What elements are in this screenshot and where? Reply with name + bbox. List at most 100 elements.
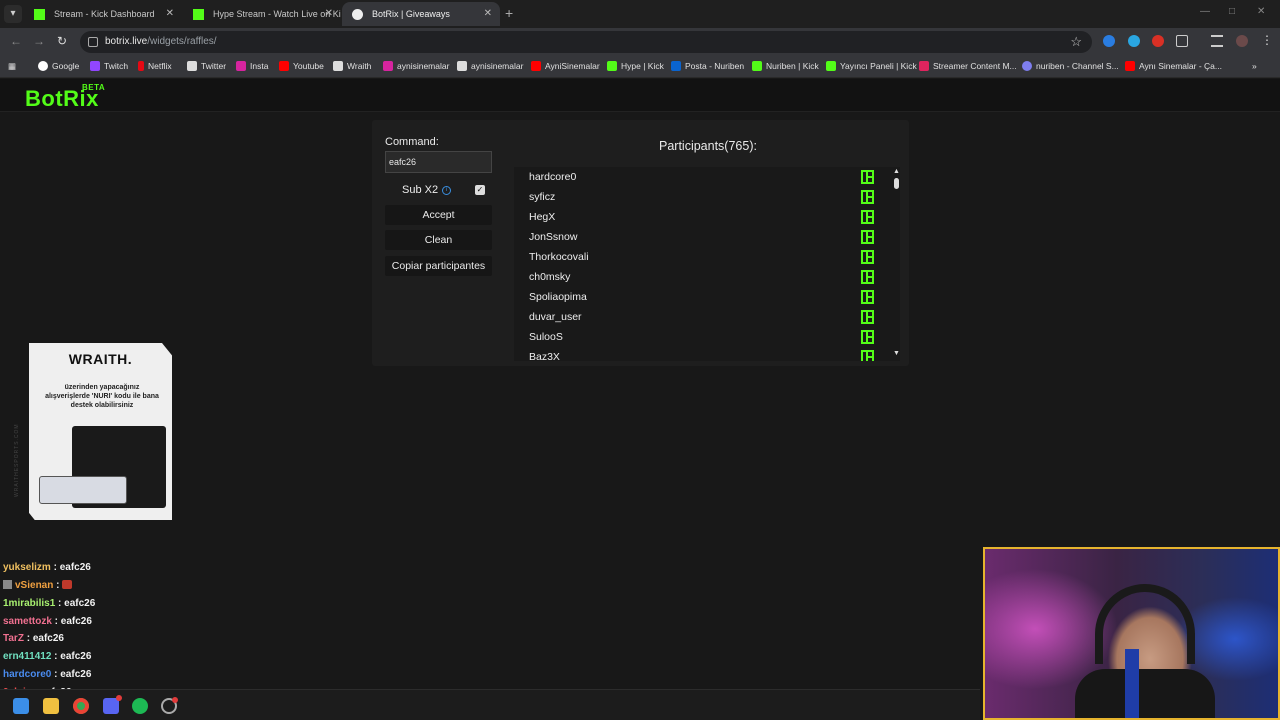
discord-icon[interactable] — [103, 695, 122, 714]
bookmark-aynisinemalar-insta[interactable]: aynisinemalar — [383, 61, 449, 71]
bookmark-label: Twitch — [104, 61, 129, 71]
chat-text: eafc26 — [32, 633, 64, 644]
bookmark-wraith[interactable]: Wraith — [333, 61, 371, 71]
url-path: /widgets/raffles/ — [147, 36, 217, 47]
tab-hype-stream[interactable]: Hype Stream - Watch Live on Ki ✕ — [183, 2, 341, 26]
emote-icon — [62, 580, 73, 589]
participant-row: duvar_user — [514, 307, 884, 327]
google-icon — [38, 61, 48, 71]
minimize-icon[interactable]: — — [1200, 6, 1210, 17]
close-icon[interactable]: ✕ — [166, 2, 174, 26]
bookmark-insta[interactable]: Insta — [236, 61, 268, 71]
botrix-logo[interactable]: BotRix BETA — [25, 83, 105, 112]
back-icon[interactable]: ← — [10, 34, 22, 48]
chat-message: ern411412 : eafc26 — [3, 651, 92, 662]
participants-list[interactable]: hardcore0 syficz HegX JonSsnow Thorkocov… — [514, 167, 900, 361]
bookmark-twitter[interactable]: Twitter — [187, 61, 226, 71]
taskbar — [0, 689, 980, 720]
bookmark-label: Wraith — [347, 61, 372, 71]
reload-icon[interactable]: ↻ — [57, 34, 67, 48]
chat-message: yukselizm : eafc26 — [3, 562, 91, 573]
bookmark-ayni-sinemalar[interactable]: Aynı Sinemalar - Ça... — [1125, 61, 1222, 71]
forward-icon[interactable]: → — [33, 34, 45, 48]
channel-icon — [1022, 61, 1032, 71]
close-icon[interactable]: ✕ — [325, 2, 333, 26]
url-text: botrix.live/widgets/raffles/ — [105, 36, 217, 47]
webcam-feed — [983, 547, 1280, 720]
bookmark-yayinci-paneli[interactable]: Yayıncı Paneli | Kick — [826, 61, 917, 71]
participant-name: ch0msky — [529, 271, 571, 283]
chat-username: 1mirabilis1 — [3, 598, 56, 609]
bookmark-label: AyniSinemalar — [545, 61, 600, 71]
chat-message: hardcore0 : eafc26 — [3, 669, 92, 680]
raffle-panel: Command: Sub X2 i ✓ Accept Clean Copiar … — [372, 120, 909, 366]
browser-toolbar: ← → ↻ botrix.live/widgets/raffles/ ☆ ⋮ — [0, 28, 1280, 56]
close-icon[interactable]: ✕ — [484, 2, 492, 26]
chat-message: vSienan : — [3, 580, 73, 591]
bookmark-posta[interactable]: Posta - Nuriben — [671, 61, 744, 71]
bookmark-streamer-content[interactable]: Streamer Content M... — [919, 61, 1017, 71]
maximize-icon[interactable]: □ — [1229, 6, 1235, 17]
media-control-icon[interactable] — [1211, 35, 1223, 47]
extensions-puzzle-icon[interactable] — [1176, 35, 1188, 47]
apps-grid-icon[interactable]: ▦ — [8, 61, 16, 72]
obs-icon[interactable] — [161, 697, 178, 714]
profile-avatar[interactable] — [1236, 35, 1248, 47]
extension-icon[interactable] — [1128, 35, 1140, 47]
chat-text: eafc26 — [59, 562, 91, 573]
address-bar[interactable]: botrix.live/widgets/raffles/ ☆ — [80, 31, 1092, 53]
promo-text: üzerinden yapacağınız alışverişlerde 'NU… — [45, 384, 159, 409]
file-explorer-icon[interactable] — [43, 698, 59, 714]
tab-kick-dashboard[interactable]: Stream - Kick Dashboard ✕ — [24, 2, 182, 26]
extension-icon[interactable] — [1103, 35, 1115, 47]
bookmark-hype-kick[interactable]: Hype | Kick — [607, 61, 664, 71]
kick-icon — [193, 9, 204, 20]
bookmark-google[interactable]: Google — [38, 61, 79, 71]
promo-title: WRAITH. — [68, 351, 133, 367]
bookmark-aynisinemalar-x[interactable]: aynisinemalar — [457, 61, 523, 71]
x-icon — [187, 61, 197, 71]
kick-icon — [34, 9, 45, 20]
url-host: botrix.live — [105, 36, 148, 47]
accept-button[interactable]: Accept — [385, 205, 492, 225]
instagram-icon — [236, 61, 246, 71]
bookmark-aynisinemalar-yt[interactable]: AyniSinemalar — [531, 61, 600, 71]
netflix-icon — [138, 61, 144, 71]
spotify-icon[interactable] — [132, 698, 148, 714]
clean-button[interactable]: Clean — [385, 230, 492, 250]
bookmark-star-icon[interactable]: ☆ — [1070, 34, 1082, 50]
chrome-icon[interactable] — [73, 698, 89, 714]
bookmark-netflix[interactable]: Netflix — [138, 61, 172, 71]
scrollbar-thumb[interactable] — [894, 178, 899, 189]
info-icon[interactable]: i — [442, 186, 451, 195]
participant-row: ch0msky — [514, 267, 884, 287]
promo-side-text: WRAITHESPORTS.COM — [14, 423, 20, 497]
bookmark-label: Nuriben | Kick — [766, 61, 819, 71]
bookmark-youtube[interactable]: Youtube — [279, 61, 324, 71]
scroll-up-arrow[interactable]: ▲ — [893, 168, 900, 175]
chat-username: vSienan — [15, 580, 54, 591]
close-window-icon[interactable]: ✕ — [1257, 6, 1265, 17]
kick-icon — [861, 190, 874, 204]
sub-x2-checkbox[interactable]: ✓ — [475, 185, 485, 195]
command-input[interactable] — [385, 151, 492, 173]
tab-search-button[interactable]: ▾ — [4, 5, 22, 23]
windows-start-icon[interactable] — [13, 698, 29, 714]
wraith-icon — [333, 61, 343, 71]
menu-kebab-icon[interactable]: ⋮ — [1261, 33, 1273, 47]
scroll-down-arrow[interactable]: ▼ — [893, 350, 900, 357]
site-info-icon[interactable] — [88, 37, 98, 47]
bookmark-label: Twitter — [201, 61, 227, 71]
bookmark-nuriben-kick[interactable]: Nuriben | Kick — [752, 61, 819, 71]
bookmark-twitch[interactable]: Twitch — [90, 61, 128, 71]
bookmark-channel[interactable]: nuriben - Channel S... — [1022, 61, 1119, 71]
tab-botrix-giveaways[interactable]: BotRix | Giveaways ✕ — [342, 2, 500, 26]
extension-icon[interactable] — [1152, 35, 1164, 47]
new-tab-button[interactable]: + — [505, 5, 513, 21]
copy-participants-button[interactable]: Copiar participantes — [385, 256, 492, 276]
bookmark-label: Netflix — [148, 61, 172, 71]
bookmark-label: Hype | Kick — [621, 61, 664, 71]
participant-name: SulooS — [529, 331, 563, 343]
kick-icon — [826, 61, 836, 71]
more-bookmarks-icon[interactable]: » — [1252, 61, 1257, 71]
